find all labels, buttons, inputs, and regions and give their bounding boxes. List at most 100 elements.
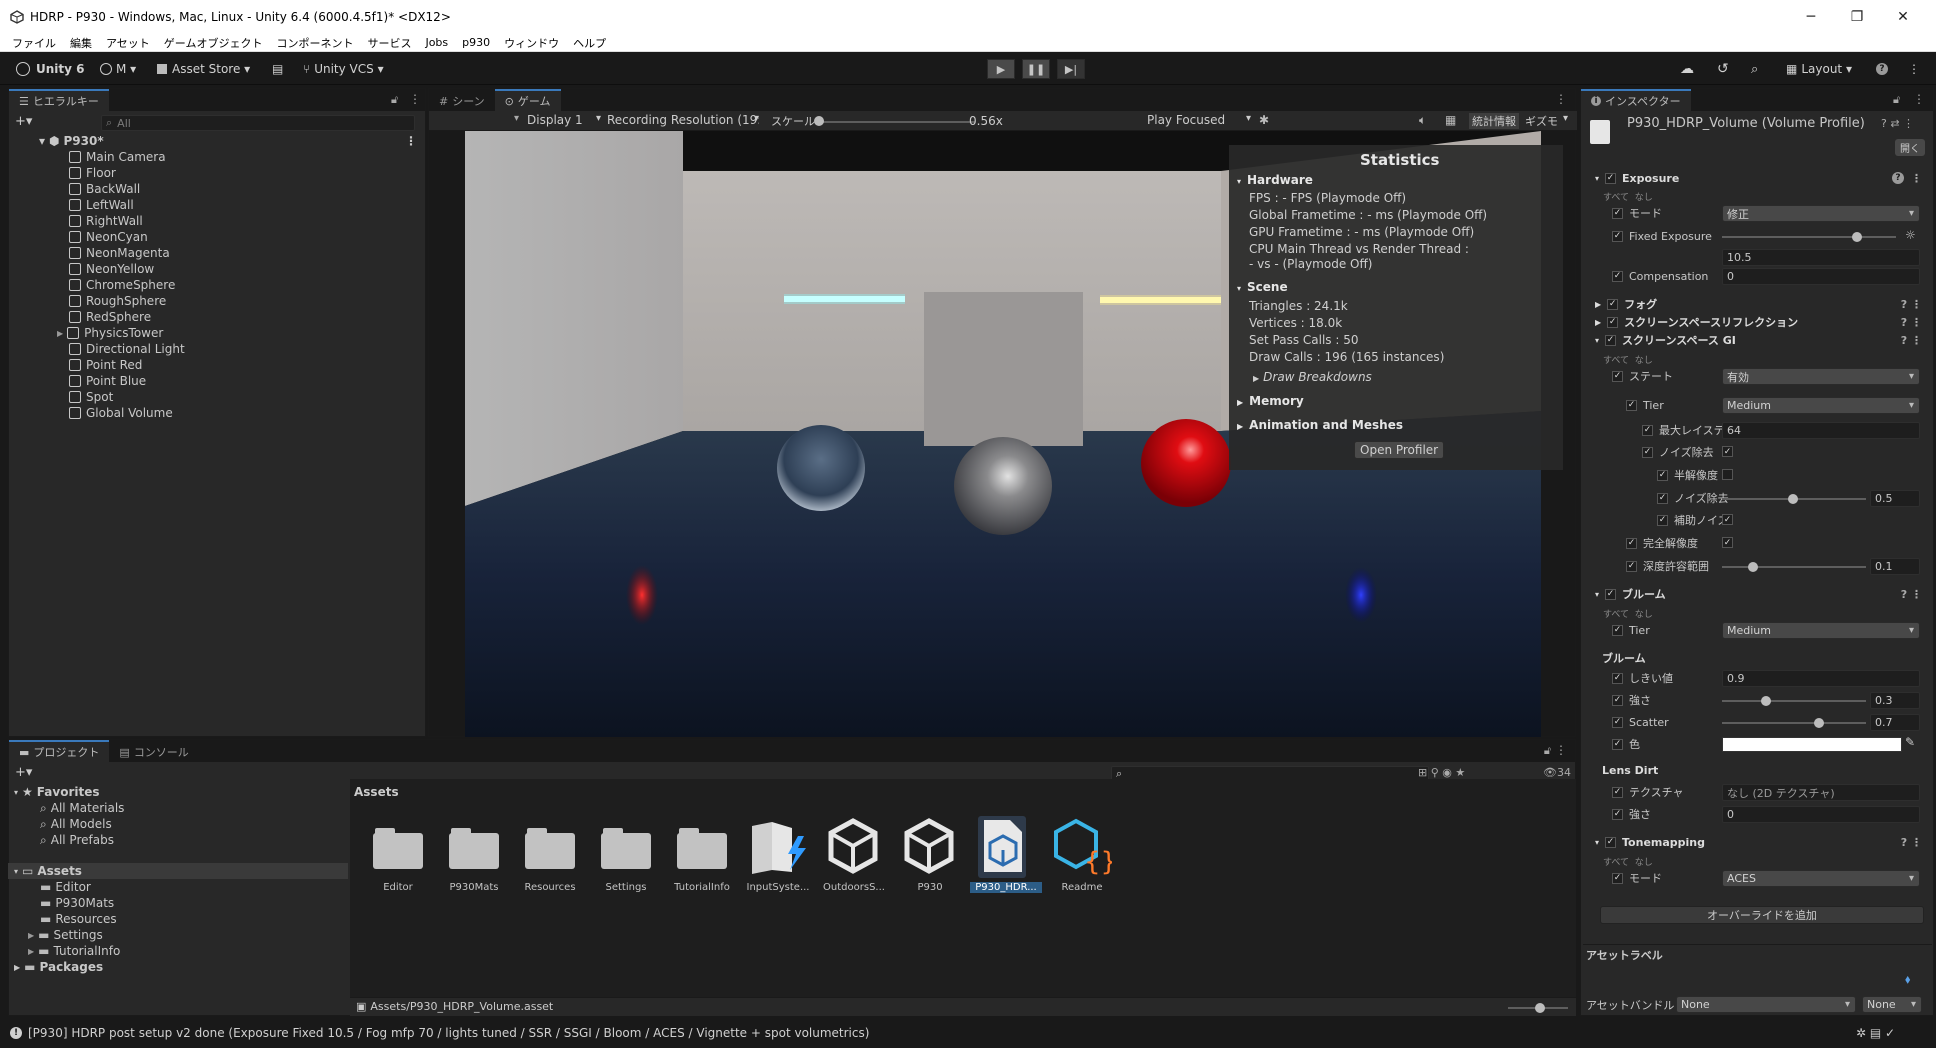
scatter-slider[interactable] xyxy=(1722,722,1866,724)
folder-icon[interactable] xyxy=(449,826,499,869)
lock-icon[interactable]: 🔓︎ xyxy=(391,93,398,107)
stats-anim-header[interactable]: ▶ Animation and Meshes xyxy=(1237,418,1403,432)
bug-icon[interactable]: ✱ xyxy=(1259,113,1269,127)
menu-window[interactable]: ウィンドウ xyxy=(504,35,559,51)
unity-account-button[interactable]: Unity 6 xyxy=(16,59,85,79)
open-button[interactable]: 開く xyxy=(1895,139,1925,156)
gizmos-toggle[interactable]: ギズモ xyxy=(1525,113,1558,129)
readme-icon[interactable]: {} xyxy=(1054,818,1112,876)
help-icon[interactable]: ? xyxy=(1876,59,1888,79)
hierarchy-item[interactable]: RightWall xyxy=(69,213,143,229)
history-icon[interactable]: ↺ xyxy=(1717,59,1729,79)
hierarchy-item[interactable]: RedSphere xyxy=(69,309,151,325)
hierarchy-item[interactable]: Directional Light xyxy=(69,341,185,357)
override-all-none[interactable]: すべて なし xyxy=(1603,353,1653,366)
stats-scene-header[interactable]: ▾ Scene xyxy=(1237,280,1288,294)
intensity-knob[interactable] xyxy=(1761,696,1771,706)
denoise-radius-knob[interactable] xyxy=(1788,494,1798,504)
tab-project[interactable]: ▬ プロジェクト xyxy=(9,740,110,762)
threshold-field[interactable]: 0.9 xyxy=(1722,670,1920,687)
folder-icon[interactable] xyxy=(525,826,575,869)
assets-folder-selected[interactable]: ▾ ▭ Assets xyxy=(8,863,348,879)
keyboard-icon[interactable]: ▦ xyxy=(1445,113,1456,127)
package-icon[interactable]: ▤ xyxy=(272,59,283,79)
hierarchy-item[interactable]: Main Camera xyxy=(69,149,166,165)
tonemapping-section[interactable]: ▾ ✓ Tonemapping? ⋮ xyxy=(1585,833,1930,851)
status-icons[interactable]: ✲ ▤ ✓ xyxy=(1856,1026,1895,1040)
depth-tolerance-knob[interactable] xyxy=(1748,562,1758,572)
game-view-dropdown[interactable]: ▾ xyxy=(429,113,519,129)
asset-store-dropdown[interactable]: Asset Store ▾ xyxy=(157,59,250,79)
hierarchy-item[interactable]: BackWall xyxy=(69,181,140,197)
dirt-intensity-field[interactable]: 0 xyxy=(1722,806,1920,823)
lock-icon[interactable]: 🔓︎ xyxy=(1544,744,1551,758)
aux-denoise-checkbox[interactable]: ✓ xyxy=(1722,514,1733,525)
volume-profile-icon[interactable] xyxy=(980,818,1026,874)
account-dropdown[interactable]: M ▾ xyxy=(100,59,136,79)
inspector-header-icons[interactable]: ? ⇄ ⋮ xyxy=(1881,117,1914,130)
hierarchy-item[interactable]: NeonMagenta xyxy=(69,245,170,261)
toolbar-more-icon[interactable]: ⋮ xyxy=(1908,59,1920,79)
hierarchy-item[interactable]: NeonCyan xyxy=(69,229,148,245)
play-focused-dropdown[interactable]: Play Focused ▾ xyxy=(1147,113,1251,129)
menu-file[interactable]: ファイル xyxy=(12,35,56,51)
create-button[interactable]: +▾ xyxy=(15,765,32,780)
menu-services[interactable]: サービス xyxy=(367,35,411,51)
display-dropdown[interactable]: Display 1 ▾ xyxy=(527,113,601,129)
step-button[interactable]: ▶| xyxy=(1057,59,1085,79)
state-dropdown[interactable]: 有効 xyxy=(1722,368,1920,385)
ssr-section[interactable]: ▶ ✓ スクリーンスペースリフレクション? ⋮ xyxy=(1585,313,1930,331)
menu-assets[interactable]: アセット xyxy=(106,35,150,51)
exposure-mode-dropdown[interactable]: 修正 xyxy=(1722,205,1920,222)
label-tag-icon[interactable]: ⬧ xyxy=(1905,972,1910,987)
tonemapping-mode-dropdown[interactable]: ACES xyxy=(1722,870,1920,887)
tab-console[interactable]: ▤ コンソール xyxy=(109,740,199,762)
scale-slider[interactable] xyxy=(817,121,975,123)
favorites-header[interactable]: ▾ ★ Favorites xyxy=(14,784,100,800)
play-button[interactable]: ▶ xyxy=(987,59,1015,79)
panel-menu-icon[interactable]: ⋮ xyxy=(409,92,421,106)
intensity-field[interactable]: 0.3 xyxy=(1870,692,1920,709)
menu-jobs[interactable]: Jobs xyxy=(425,36,448,49)
hierarchy-item[interactable]: Point Blue xyxy=(69,373,146,389)
stats-draw-breakdowns[interactable]: ▶ Draw Breakdowns xyxy=(1253,370,1372,384)
expand-icon[interactable]: ▶ xyxy=(57,329,63,338)
bloom-section[interactable]: ▾ ✓ ブルーム? ⋮ xyxy=(1585,585,1930,603)
input-system-icon[interactable] xyxy=(748,820,818,876)
favorite-item[interactable]: ⌕ All Models xyxy=(40,816,112,832)
folder-item[interactable]: ▬ Editor xyxy=(40,879,91,895)
hierarchy-item[interactable]: Global Volume xyxy=(69,405,173,421)
override-all-none[interactable]: すべて なし xyxy=(1603,855,1653,868)
audio-icon[interactable]: 🔈︎ xyxy=(1419,113,1426,128)
ssgi-section[interactable]: ▾ ✓ スクリーンスペース GI? ⋮ xyxy=(1585,331,1930,349)
folder-icon[interactable] xyxy=(677,826,727,869)
asset-variant-dropdown[interactable]: None xyxy=(1862,996,1922,1013)
menu-help[interactable]: ヘルプ xyxy=(573,35,606,51)
hierarchy-item[interactable]: Spot xyxy=(69,389,113,405)
favorite-item[interactable]: ⌕ All Materials xyxy=(40,800,124,816)
unity-scene-icon[interactable] xyxy=(904,818,954,874)
packages-folder[interactable]: ▶ ▬ Packages xyxy=(14,959,103,975)
add-button[interactable]: +▾ xyxy=(15,114,32,129)
folder-icon[interactable] xyxy=(373,826,423,869)
add-override-button[interactable]: オーバーライドを追加 xyxy=(1600,906,1924,924)
bloom-tier-dropdown[interactable]: Medium xyxy=(1722,622,1920,639)
folder-item[interactable]: ▬ Resources xyxy=(40,911,117,927)
sun-icon[interactable]: ☼ xyxy=(1905,228,1916,242)
folder-item[interactable]: ▬ P930Mats xyxy=(40,895,114,911)
search-icon[interactable]: ⌕ xyxy=(1751,59,1758,79)
intensity-slider[interactable] xyxy=(1722,700,1866,702)
unity-scene-icon[interactable] xyxy=(828,818,878,874)
asset-breadcrumb[interactable]: Assets xyxy=(354,785,399,799)
scatter-knob[interactable] xyxy=(1814,718,1824,728)
scale-slider-knob[interactable] xyxy=(814,116,824,126)
gizmos-dropdown[interactable]: ▾ xyxy=(1563,113,1568,124)
folder-item[interactable]: ▶ ▬ TutorialInfo xyxy=(28,943,120,959)
status-bar[interactable]: ! [P930] HDRP post setup v2 done (Exposu… xyxy=(0,1018,1936,1048)
tab-game[interactable]: ⊙ ゲーム xyxy=(494,89,561,111)
override-all-none[interactable]: すべて なし xyxy=(1603,190,1653,203)
depth-tolerance-slider[interactable] xyxy=(1722,566,1866,568)
stats-toggle[interactable]: 統計情報 xyxy=(1469,113,1519,129)
tab-hierarchy[interactable]: ☰ ヒエラルキー xyxy=(9,89,109,111)
denoise-radius-field[interactable]: 0.5 xyxy=(1870,490,1920,507)
